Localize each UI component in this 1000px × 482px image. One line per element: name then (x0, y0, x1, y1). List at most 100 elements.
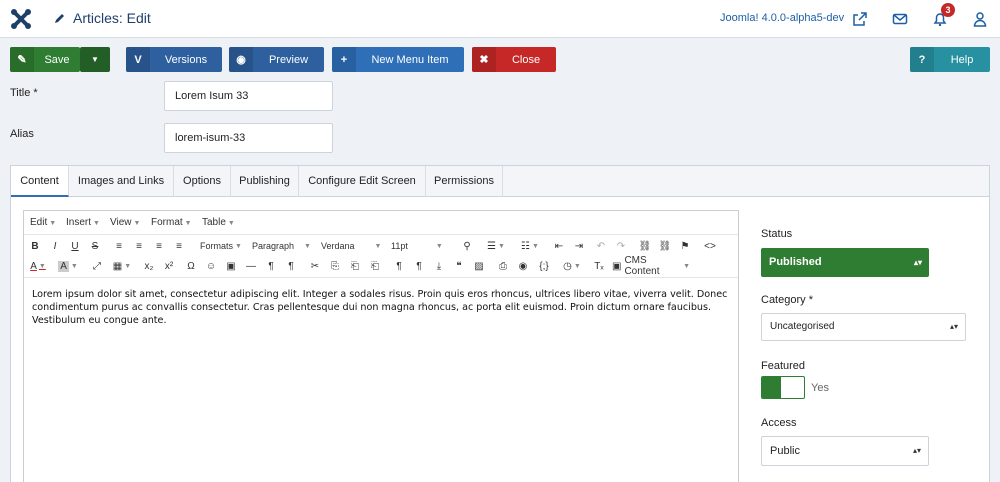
help-label: Help (950, 53, 974, 66)
question-icon: ? (910, 47, 934, 72)
versions-button[interactable]: V Versions (126, 47, 222, 72)
category-select[interactable]: Uncategorised ▴▾ (761, 313, 966, 341)
category-value: Uncategorised (770, 321, 835, 332)
tab-panel: Content Images and Links Options Publish… (10, 165, 990, 482)
featured-toggle[interactable] (761, 376, 805, 399)
bold-icon[interactable]: B (28, 238, 42, 254)
cut-icon[interactable]: ✂ (308, 258, 322, 274)
align-right-icon[interactable]: ≡ (152, 238, 166, 254)
tab-images-and-links[interactable]: Images and Links (69, 166, 174, 197)
undo-icon[interactable]: ↶ (594, 238, 608, 254)
bullet-list-icon[interactable]: ☰ ▼ (484, 238, 508, 254)
close-icon: ✖ (472, 47, 496, 72)
versions-icon: V (126, 47, 150, 72)
special-char-icon[interactable]: Ω (184, 258, 198, 274)
close-button[interactable]: ✖ Close (472, 47, 556, 72)
tab-permissions[interactable]: Permissions (426, 166, 503, 197)
plus-icon: + (332, 47, 356, 72)
clock-icon[interactable]: ◷ ▼ (560, 258, 584, 274)
select-arrows-icon: ▴▾ (913, 258, 922, 267)
preview-icon[interactable]: ◉ (516, 258, 530, 274)
bookmark-icon[interactable]: ⚑ (678, 238, 692, 254)
horizontal-rule-icon[interactable]: — (244, 258, 258, 274)
align-justify-icon[interactable]: ≡ (172, 238, 186, 254)
print-icon[interactable]: ⎙ (496, 258, 510, 274)
paste-text-icon[interactable]: ⎗ (368, 258, 382, 274)
find-replace-icon[interactable]: ⚲ (460, 238, 474, 254)
cms-content-button[interactable]: ▣ CMS Content ▼ (612, 255, 690, 277)
table-icon[interactable]: ▦ ▼ (112, 258, 132, 274)
indent-icon[interactable]: ⇥ (572, 238, 586, 254)
formats-select[interactable]: Formats ▼ (200, 238, 244, 254)
underline-icon[interactable]: U (68, 238, 82, 254)
font-size-label: 11pt (391, 241, 408, 251)
media-icon[interactable]: ▣ (224, 258, 238, 274)
tab-options[interactable]: Options (174, 166, 231, 197)
status-label: Status (761, 228, 793, 240)
featured-value: Yes (811, 382, 829, 394)
strikethrough-icon[interactable]: S (88, 238, 102, 254)
save-dropdown-toggle[interactable]: ▼ (80, 47, 110, 72)
paste-icon[interactable]: ⎗ (348, 258, 362, 274)
access-label: Access (761, 417, 797, 429)
paragraph-rtl-icon[interactable]: ¶ (284, 258, 298, 274)
formats-label: Formats (200, 241, 234, 251)
align-center-icon[interactable]: ≡ (132, 238, 146, 254)
outdent-icon[interactable]: ⇤ (552, 238, 566, 254)
editor-content-area[interactable]: Lorem ipsum dolor sit amet, consectetur … (24, 277, 738, 337)
copy-icon[interactable]: ⎘ (328, 258, 342, 274)
numbered-list-icon[interactable]: ☷ ▼ (518, 238, 542, 254)
paragraph-ltr-icon[interactable]: ¶ (264, 258, 278, 274)
subscript-icon[interactable]: x₂ (142, 258, 156, 274)
tab-publishing[interactable]: Publishing (231, 166, 299, 197)
help-button[interactable]: ? Help (910, 47, 990, 72)
tab-content[interactable]: Content (11, 166, 69, 197)
menu-format[interactable]: Format ▼ (151, 217, 192, 228)
clear-formatting-icon[interactable]: Tₓ (592, 258, 606, 274)
fullscreen-icon[interactable]: ⤢ (90, 258, 104, 274)
block-format-select[interactable]: Paragraph ▼ (252, 238, 314, 254)
notification-badge: 3 (941, 3, 955, 17)
emoticons-icon[interactable]: ☺ (204, 258, 218, 274)
italic-icon[interactable]: I (48, 238, 62, 254)
eye-icon: ◉ (229, 47, 253, 72)
external-link-icon[interactable] (852, 11, 868, 27)
redo-icon[interactable]: ↷ (614, 238, 628, 254)
mail-icon[interactable] (892, 11, 908, 27)
align-left-icon[interactable]: ≡ (112, 238, 126, 254)
tab-bar: Content Images and Links Options Publish… (11, 166, 989, 197)
menu-view[interactable]: View ▼ (110, 217, 140, 228)
font-size-select[interactable]: 11pt ▼ (391, 238, 453, 254)
source-code-icon[interactable]: <> (702, 238, 718, 254)
ltr-icon[interactable]: ¶ (392, 258, 406, 274)
menu-table[interactable]: Table ▼ (202, 217, 235, 228)
title-input[interactable]: Lorem Isum 33 (164, 81, 333, 111)
superscript-icon[interactable]: x² (162, 258, 176, 274)
menu-edit[interactable]: Edit ▼ (30, 217, 56, 228)
user-icon[interactable] (972, 11, 988, 27)
link-icon[interactable]: ⛓ (638, 238, 652, 254)
versions-label: Versions (164, 53, 208, 66)
save-label: Save (44, 53, 70, 66)
blockquote-icon[interactable]: ❝ (452, 258, 466, 274)
insert-datetime-icon[interactable]: ⤓ (432, 258, 446, 274)
save-button[interactable]: ✎ Save (10, 47, 80, 72)
new-menu-item-button[interactable]: + New Menu Item (332, 47, 464, 72)
new-menu-item-label: New Menu Item (371, 53, 449, 66)
menu-insert[interactable]: Insert ▼ (66, 217, 100, 228)
font-family-select[interactable]: Verdana ▼ (321, 238, 383, 254)
background-color-icon[interactable]: A ▼ (58, 258, 78, 274)
wysiwyg-editor: Edit ▼ Insert ▼ View ▼ Format ▼ Table ▼ B I U… (23, 210, 739, 482)
text-color-icon[interactable]: A ▼ (28, 258, 48, 274)
alias-input[interactable]: lorem-isum-33 (164, 123, 333, 153)
image-icon[interactable]: ▨ (472, 258, 486, 274)
joomla-logo-icon[interactable] (10, 8, 32, 30)
status-select[interactable]: Published ▴▾ (761, 248, 929, 277)
unlink-icon[interactable]: ⛓ (658, 238, 672, 254)
tab-configure-edit-screen[interactable]: Configure Edit Screen (299, 166, 426, 197)
rtl-icon[interactable]: ¶ (412, 258, 426, 274)
preview-button[interactable]: ◉ Preview (229, 47, 324, 72)
version-link[interactable]: Joomla! 4.0.0-alpha5-dev (720, 12, 844, 24)
template-icon[interactable]: {;} (536, 258, 552, 274)
access-select[interactable]: Public ▴▾ (761, 436, 929, 466)
